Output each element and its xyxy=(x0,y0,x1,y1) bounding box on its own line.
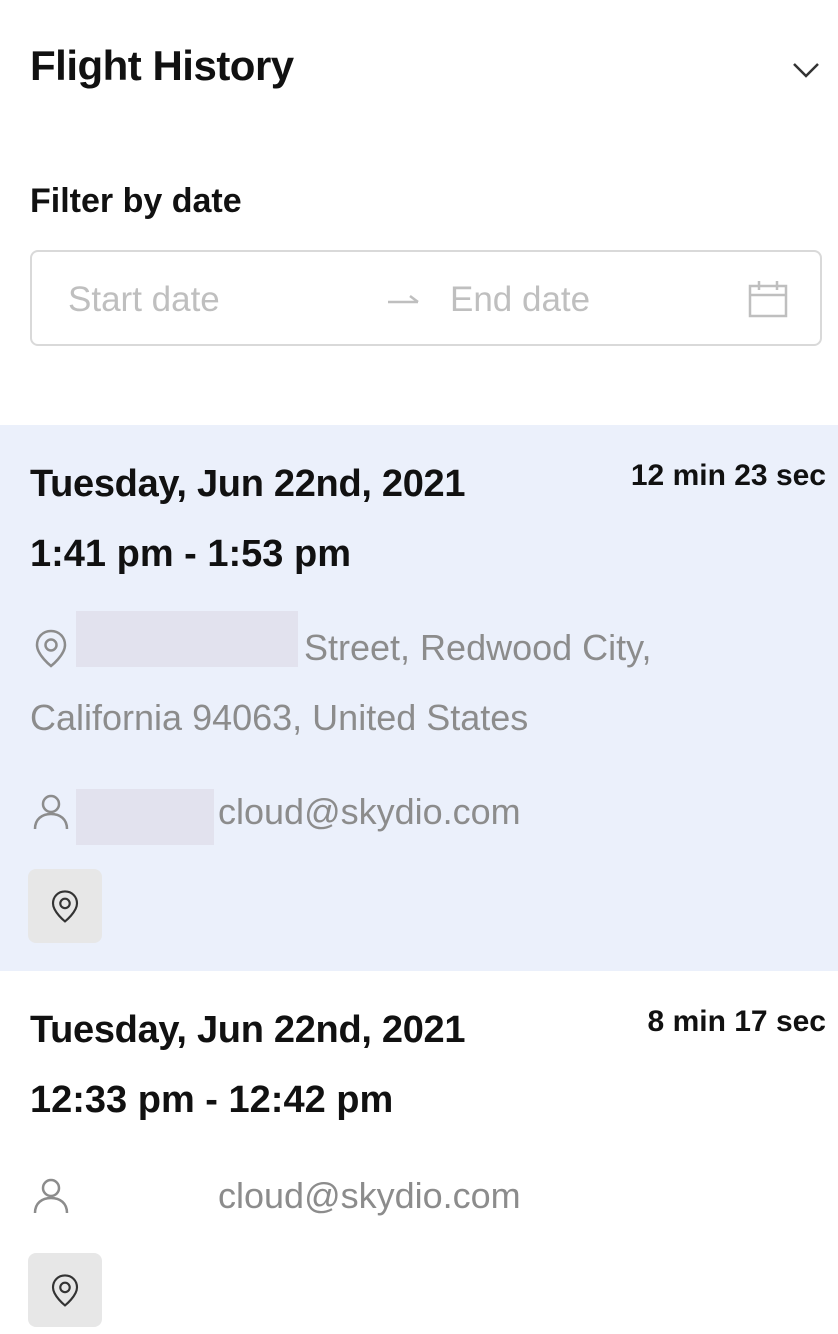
flight-duration: 12 min 23 sec xyxy=(630,459,826,492)
redacted-street-number xyxy=(76,611,298,667)
location-pin-icon xyxy=(51,1274,79,1307)
flight-user-email: cloud@skydio.com xyxy=(218,1175,521,1216)
redacted-user-name xyxy=(76,789,214,845)
flight-address-line1: Street, Redwood City, xyxy=(304,627,652,668)
filter-label: Filter by date xyxy=(30,182,242,220)
location-pin-icon xyxy=(35,629,67,668)
flight-item[interactable]: Tuesday, Jun 22nd, 2021 12 min 23 sec 1:… xyxy=(0,425,838,971)
user-icon xyxy=(33,1178,69,1214)
view-map-button[interactable] xyxy=(28,869,102,943)
calendar-icon[interactable] xyxy=(746,278,790,322)
date-range-picker[interactable] xyxy=(30,250,822,346)
start-date-input[interactable] xyxy=(68,278,368,322)
flight-time-range: 1:41 pm - 1:53 pm xyxy=(30,533,351,575)
flight-user-email: cloud@skydio.com xyxy=(218,791,521,832)
view-map-button[interactable] xyxy=(28,1253,102,1327)
chevron-down-icon xyxy=(793,63,819,78)
end-date-input[interactable] xyxy=(450,278,730,322)
location-pin-icon xyxy=(51,890,79,923)
flight-date: Tuesday, Jun 22nd, 2021 xyxy=(30,463,466,505)
flight-time-range: 12:33 pm - 12:42 pm xyxy=(30,1079,394,1121)
flight-item[interactable]: Tuesday, Jun 22nd, 2021 8 min 17 sec 12:… xyxy=(0,971,838,1334)
user-icon xyxy=(33,794,69,830)
panel-header: Flight History xyxy=(30,40,838,100)
collapse-button[interactable] xyxy=(786,50,826,90)
flight-date: Tuesday, Jun 22nd, 2021 xyxy=(30,1009,466,1051)
arrow-right-icon xyxy=(388,295,419,304)
flight-address-line2: California 94063, United States xyxy=(30,697,529,738)
flight-history-panel: Flight History Filter by date Tuesday, J… xyxy=(0,0,838,1334)
page-title: Flight History xyxy=(30,42,294,89)
flight-duration: 8 min 17 sec xyxy=(647,1005,826,1038)
